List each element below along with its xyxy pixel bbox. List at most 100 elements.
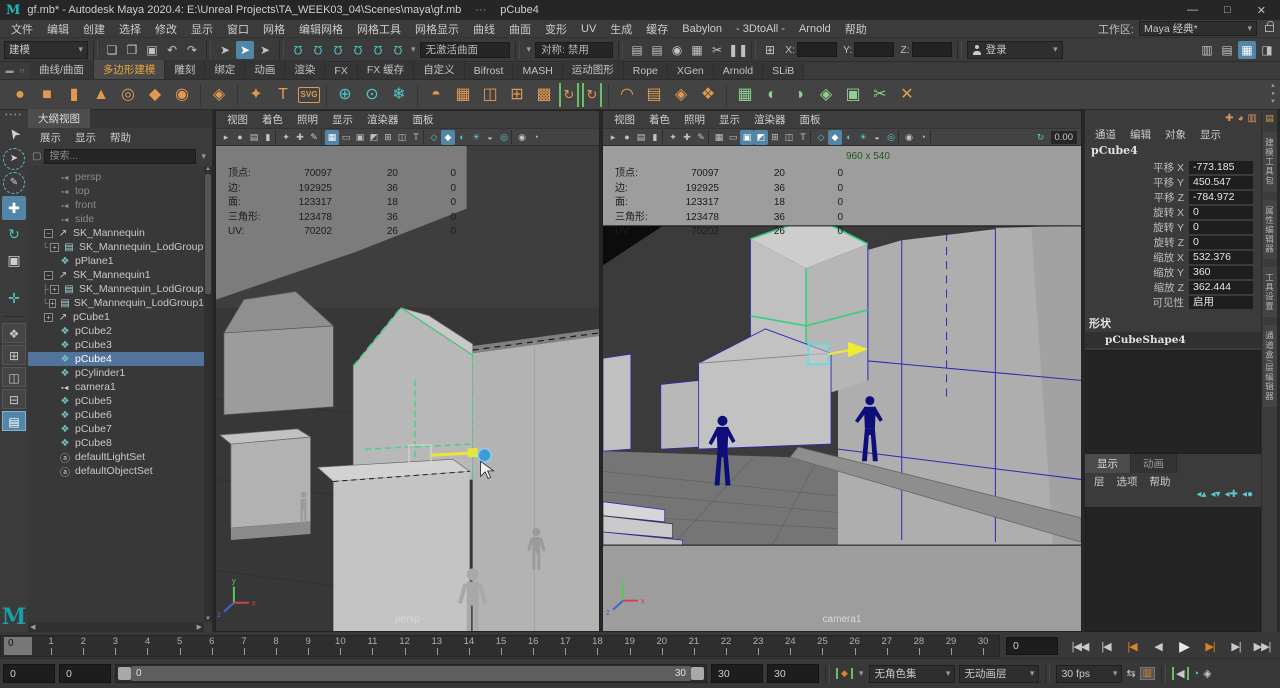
outliner-row[interactable]: camera1	[28, 380, 204, 394]
select-object-icon[interactable]: ➤	[236, 40, 254, 59]
menubar-item[interactable]: - 3DtoAll -	[729, 23, 792, 35]
render-current-frame-icon[interactable]: ▤	[648, 41, 666, 59]
poly-torus-icon[interactable]: ◎	[116, 83, 140, 107]
wireframe-icon[interactable]: ◇	[814, 130, 828, 145]
outliner-row[interactable]: persp	[28, 170, 204, 184]
outliner-row[interactable]: side	[28, 212, 204, 226]
animation-start-field[interactable]: 0	[3, 664, 55, 683]
layer-editor-tab[interactable]: 显示	[1085, 454, 1131, 473]
snap-menu-caret[interactable]: ▾	[409, 44, 418, 55]
ao-icon[interactable]: ◎	[884, 130, 898, 145]
paint-select-tool[interactable]: ✎	[3, 172, 25, 194]
undo-icon[interactable]: ↶	[163, 41, 181, 59]
rotate-tool[interactable]: ↻	[2, 222, 26, 246]
menubar-item[interactable]: UV	[574, 23, 603, 35]
viewport-menu-item[interactable]: 面板	[793, 112, 828, 127]
move-layer-down-icon[interactable]: ◂▾	[1210, 489, 1220, 505]
uv-cut-sew-icon[interactable]: ✂	[868, 83, 892, 107]
shape-node-name[interactable]: pCubeShape4	[1085, 332, 1261, 348]
range-track[interactable]: 0 30	[131, 666, 691, 681]
range-end-handle[interactable]	[691, 667, 704, 680]
outliner-row[interactable]: pCube6	[28, 408, 204, 422]
gate-mask-icon[interactable]: ◩	[754, 129, 768, 145]
poly-cube-icon[interactable]: ■	[35, 83, 59, 107]
select-hierarchy-icon[interactable]: ➤	[216, 41, 234, 59]
save-scene-icon[interactable]: ▣	[143, 41, 161, 59]
character-set-menu-caret[interactable]: ▾	[857, 668, 866, 679]
playback-end-field[interactable]: 30	[711, 664, 763, 683]
channel-value-field[interactable]: -784.972	[1189, 191, 1253, 204]
z-coord-input[interactable]	[911, 42, 952, 57]
animation-layer-dropdown[interactable]: 无动画层	[959, 664, 1040, 683]
bend-deformer-icon[interactable]: ◠	[615, 83, 639, 107]
move-tool[interactable]: ✚	[2, 196, 26, 220]
shadows-icon[interactable]: ◒	[483, 130, 497, 145]
wrap-deformer-icon[interactable]: ◈	[669, 83, 693, 107]
shelf-tab[interactable]: 动画	[245, 60, 286, 79]
y-coord-input[interactable]	[854, 42, 895, 57]
step-forward-frame-button[interactable]: ▶|	[1224, 640, 1248, 653]
smooth-icon[interactable]: ⊞	[505, 83, 529, 107]
close-button[interactable]: ✕	[1257, 4, 1266, 17]
resolution-gate-icon[interactable]: ▣	[353, 130, 367, 145]
absolute-transform-icon[interactable]: ⊞	[761, 41, 779, 59]
isolate-select-icon[interactable]: ◉	[902, 130, 916, 145]
sidebar-vertical-tab[interactable]: 工具设置	[1262, 267, 1277, 317]
menubar-item[interactable]: 选择	[112, 21, 148, 37]
layout-outliner-persp-button[interactable]: ▤	[2, 411, 26, 431]
sound-mute-icon[interactable]: ◀	[1172, 667, 1189, 680]
outliner-row[interactable]: defaultObjectSet	[28, 464, 204, 478]
viewport-menu-item[interactable]: 照明	[290, 112, 325, 127]
viewport-menu-item[interactable]: 视图	[220, 112, 255, 127]
uv-spherical-map-icon[interactable]: ◑	[787, 83, 811, 107]
cluster-icon[interactable]: ❖	[696, 83, 720, 107]
layout-two-pane-stacked-button[interactable]: ⊟	[2, 389, 26, 409]
grease-pencil-icon[interactable]: ✎	[307, 130, 321, 145]
menubar-item[interactable]: 生成	[603, 21, 639, 37]
menubar-item[interactable]: 编辑	[40, 21, 76, 37]
wireframe-icon[interactable]: ◇	[427, 130, 441, 145]
viewport-menu-item[interactable]: 显示	[325, 112, 360, 127]
outliner-menu-item[interactable]: 展示	[34, 130, 67, 145]
outliner-menu-item[interactable]: 显示	[69, 130, 102, 145]
uv-planar-map-icon[interactable]: ▦	[733, 83, 757, 107]
curve-tool-icon[interactable]: ✦	[244, 83, 268, 107]
graph-editor-icon[interactable]: ▥	[1139, 667, 1156, 680]
viewport-menu-item[interactable]: 视图	[607, 112, 642, 127]
outliner-horizontal-scrollbar[interactable]: ◀ ▶	[28, 622, 204, 632]
bookmark-icon[interactable]: ▮	[261, 130, 275, 145]
exposure-icon[interactable]: ↻	[1034, 130, 1048, 145]
expand-toggle-icon[interactable]: +	[50, 284, 59, 294]
minimize-button[interactable]: —	[1187, 4, 1198, 17]
shelf-menu-icon[interactable]: ○	[20, 66, 25, 75]
outliner-row[interactable]: pCube7	[28, 422, 204, 436]
animation-preferences-icon[interactable]: ◈	[1203, 667, 1211, 680]
shelf-tab[interactable]: Arnold	[713, 63, 764, 79]
sign-in-dropdown[interactable]: 登录	[966, 40, 1063, 59]
shelf-tab-menu-icon[interactable]: ▬	[6, 66, 14, 75]
channel-box-menu-item[interactable]: 对象	[1159, 127, 1192, 142]
shaded-icon[interactable]: ◆	[441, 129, 455, 145]
time-node-icon[interactable]: ⊙	[360, 83, 384, 107]
camera-attributes-icon[interactable]: ▤	[247, 130, 261, 145]
menubar-item[interactable]: 创建	[76, 21, 112, 37]
redo-icon[interactable]: ↷	[183, 41, 201, 59]
uv-delete-icon[interactable]: ✕	[895, 83, 919, 107]
x-coord-input[interactable]	[796, 42, 837, 57]
poly-cone-icon[interactable]: ▲	[89, 83, 113, 107]
shelf-tab[interactable]: FX	[325, 63, 358, 79]
sidebar-vertical-tab[interactable]: 属性编辑器	[1262, 199, 1277, 259]
outliner-row[interactable]: ├ + SK_Mannequin_LodGroup	[28, 282, 204, 296]
playback-start-field[interactable]: 0	[59, 664, 111, 683]
select-camera-icon[interactable]: ▸	[606, 130, 620, 145]
speed-ramp-icon[interactable]: ◕	[1238, 113, 1244, 124]
textured-icon[interactable]: ◐	[455, 130, 469, 145]
shelf-tab[interactable]: 运动图形	[562, 60, 624, 79]
menubar-item[interactable]: 文件	[4, 21, 40, 37]
workspace-panel-icon[interactable]: ◨	[1258, 41, 1276, 59]
maximize-button[interactable]: □	[1224, 4, 1231, 17]
uv-automatic-map-icon[interactable]: ◈	[814, 83, 838, 107]
resolution-gate-icon[interactable]: ▣	[740, 129, 754, 145]
outliner-row[interactable]: └ + SK_Mannequin_LodGroup1	[28, 296, 204, 310]
playback-speed-icon[interactable]: ◔	[1193, 668, 1200, 680]
